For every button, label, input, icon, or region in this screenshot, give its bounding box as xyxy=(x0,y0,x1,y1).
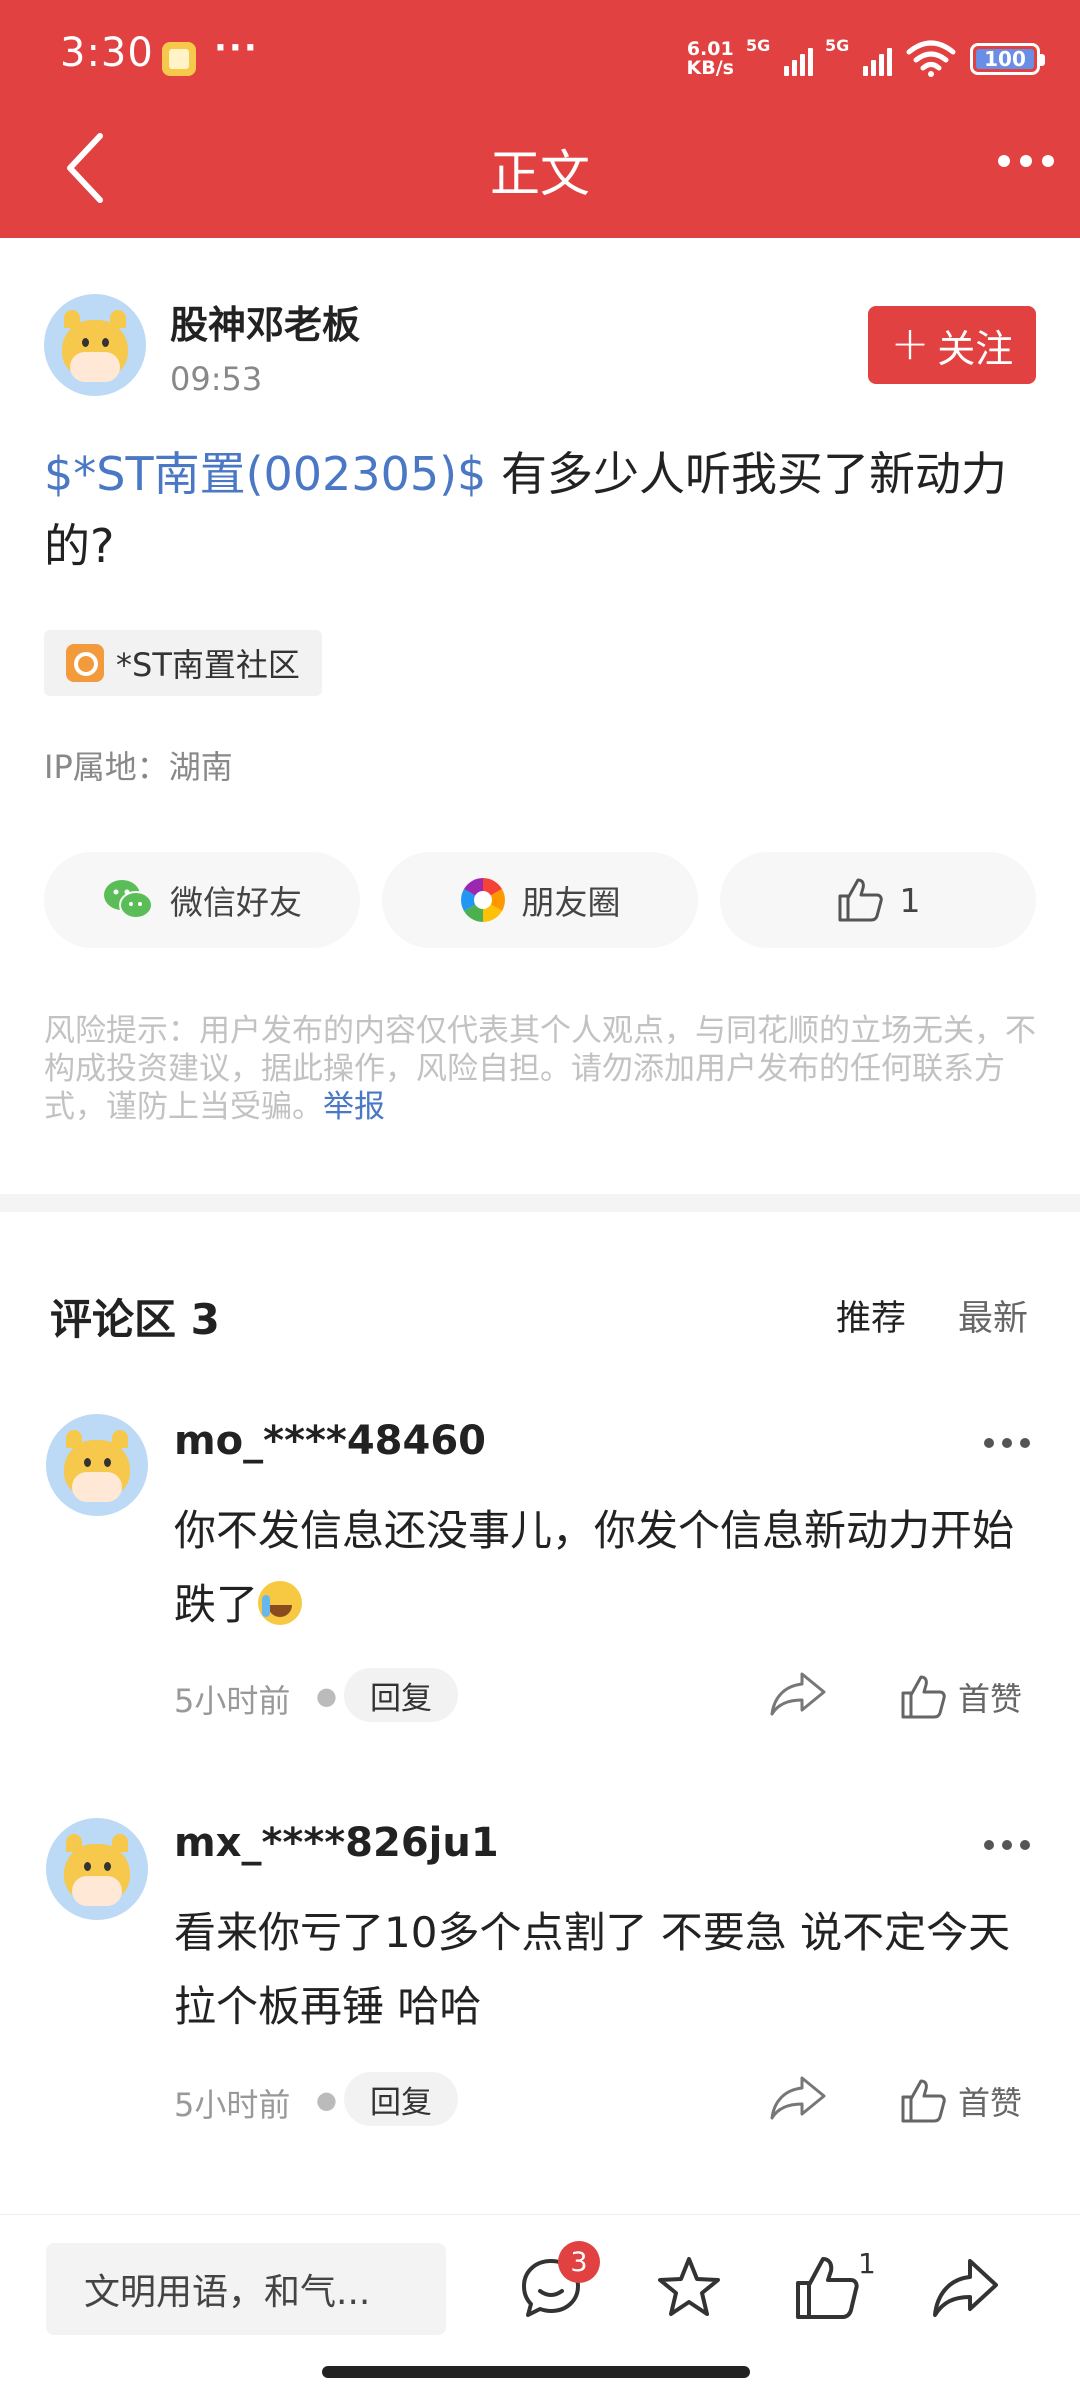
like-label: 首赞 xyxy=(958,2084,1023,2122)
comment-text: 看来你亏了10多个点割了 不要急 说不定今天拉个板再锤 哈哈 xyxy=(174,1908,1011,2031)
reply-button[interactable]: 回复 xyxy=(344,2072,458,2126)
thumbs-up-icon xyxy=(838,878,883,922)
battery-level: 100 xyxy=(984,47,1026,71)
thumbs-up-icon xyxy=(901,1675,946,1719)
status-indicators: 6.01 KB/s 5G 5G 100 xyxy=(687,34,1045,84)
wechat-icon xyxy=(104,880,153,919)
stock-link[interactable]: $*ST南置(002305)$ xyxy=(44,447,486,501)
sim2-label: 5G xyxy=(825,36,850,55)
comment-text: 你不发信息还没事儿，你发个信息新动力开始跌了 xyxy=(174,1494,1044,1642)
commenter-name[interactable]: mx_****826ju1 xyxy=(174,1820,499,1866)
wifi-icon xyxy=(906,40,956,77)
thumbs-up-icon[interactable] xyxy=(792,2253,862,2323)
status-overflow: ··· xyxy=(214,28,259,68)
comment-more-icon[interactable] xyxy=(984,1840,1030,1850)
comment-input[interactable]: 文明用语，和气... xyxy=(46,2243,446,2335)
top-header: 3:30 ··· 6.01 KB/s 5G 5G 100 正文 xyxy=(0,0,1080,238)
post-content: $*ST南置(002305)$ 有多少人听我买了新动力的? xyxy=(44,438,1044,582)
community-icon xyxy=(66,644,104,682)
post-author-name[interactable]: 股神邓老板 xyxy=(170,294,360,349)
author-avatar[interactable] xyxy=(44,294,146,396)
home-indicator[interactable] xyxy=(322,2366,750,2378)
separator-dot: ● xyxy=(316,1682,337,1710)
notification-app-icon xyxy=(162,42,196,76)
moments-icon xyxy=(460,878,505,922)
comment-time: 5小时前 xyxy=(174,1682,291,1720)
community-tag[interactable]: *ST南置社区 xyxy=(44,630,322,696)
comment-more-icon[interactable] xyxy=(984,1438,1030,1448)
thumbs-up-icon xyxy=(901,2079,946,2123)
comments-title: 评论区 3 xyxy=(50,1295,220,1344)
report-link[interactable]: 举报 xyxy=(323,1089,385,1125)
net-speed-unit: KB/s xyxy=(686,57,734,79)
follow-label: 关注 xyxy=(937,326,1014,371)
comment-like-button[interactable]: 首赞 xyxy=(898,2074,1022,2128)
separator-dot: ● xyxy=(316,2086,337,2114)
battery-icon: 100 xyxy=(970,43,1045,75)
share-arrow-icon[interactable] xyxy=(768,2074,828,2122)
post-time: 09:53 xyxy=(170,360,263,398)
sort-recommend-tab[interactable]: 推荐 xyxy=(836,1290,906,1341)
bottom-like-count: 1 xyxy=(858,2247,876,2280)
like-label: 首赞 xyxy=(958,1680,1023,1718)
commenter-avatar[interactable] xyxy=(46,1414,148,1516)
risk-notice: 风险提示：用户发布的内容仅代表其个人观点，与同花顺的立场无关，不构成投资建议，据… xyxy=(44,1012,1038,1126)
page-title: 正文 xyxy=(490,145,590,203)
wechat-label: 微信好友 xyxy=(170,883,302,922)
comment-like-button[interactable]: 首赞 xyxy=(898,1670,1022,1724)
comment-time: 5小时前 xyxy=(174,2086,291,2124)
status-time: 3:30 xyxy=(60,30,154,76)
network-speed: 6.01 KB/s xyxy=(687,40,734,78)
moments-label: 朋友圈 xyxy=(521,883,621,922)
ip-location: IP属地：湖南 xyxy=(44,748,233,786)
comment-count-badge: 3 xyxy=(558,2241,600,2283)
share-arrow-icon[interactable] xyxy=(930,2253,1000,2323)
signal-icon-2: 5G xyxy=(825,36,892,76)
crying-laughing-emoji-icon xyxy=(258,1581,303,1625)
post-like-button[interactable]: 1 xyxy=(720,852,1036,948)
plus-icon: + xyxy=(890,316,930,370)
sim1-label: 5G xyxy=(746,36,771,55)
sort-latest-tab[interactable]: 最新 xyxy=(958,1290,1028,1341)
share-moments-button[interactable]: 朋友圈 xyxy=(382,852,698,948)
reply-button[interactable]: 回复 xyxy=(344,1668,458,1722)
more-dots-icon[interactable] xyxy=(998,155,1054,167)
share-arrow-icon[interactable] xyxy=(768,1670,828,1718)
commenter-avatar[interactable] xyxy=(46,1818,148,1920)
share-wechat-button[interactable]: 微信好友 xyxy=(44,852,360,948)
signal-icon: 5G xyxy=(746,36,813,76)
risk-text: 风险提示：用户发布的内容仅代表其个人观点，与同花顺的立场无关，不构成投资建议，据… xyxy=(44,1013,1036,1125)
post-like-count: 1 xyxy=(899,880,921,920)
star-icon[interactable] xyxy=(654,2253,724,2323)
community-label: *ST南置社区 xyxy=(116,646,300,684)
commenter-name[interactable]: mo_****48460 xyxy=(174,1418,486,1464)
section-divider xyxy=(0,1194,1080,1212)
follow-button[interactable]: + 关注 xyxy=(868,306,1036,384)
